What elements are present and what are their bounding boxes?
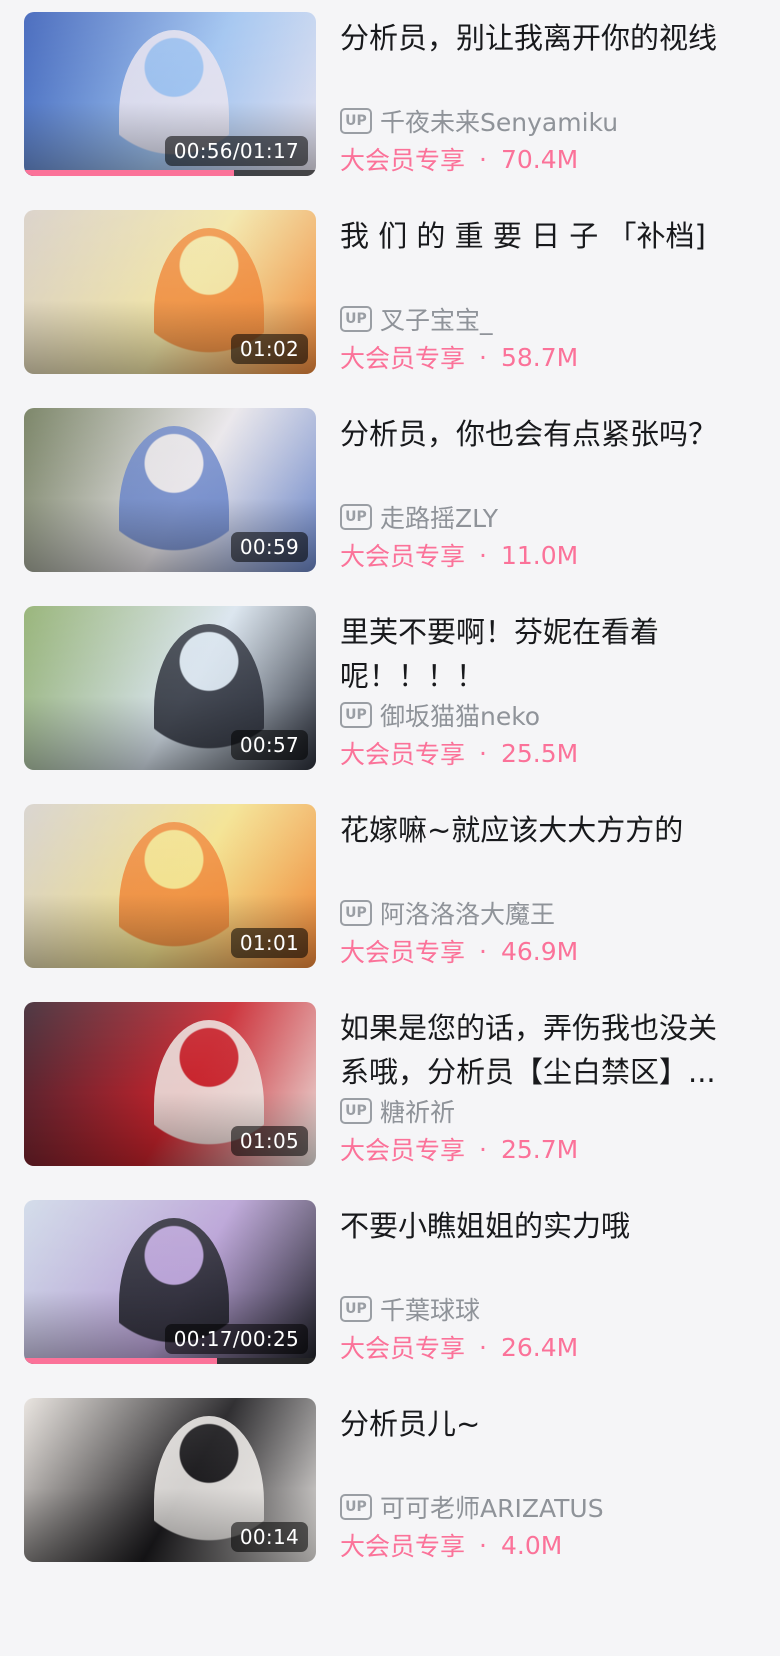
uploader-name: 糖祈祈 (380, 1098, 456, 1127)
meta-row: 大会员专享 · 70.4M (340, 142, 578, 176)
video-thumbnail[interactable]: 01:05 (24, 1002, 316, 1166)
uploader-row[interactable]: UP 走路摇ZLY (340, 502, 499, 533)
video-item[interactable]: 00:14 分析员儿~ UP 可可老师ARIZATUS 大会员专享 · 4.0M (0, 1398, 780, 1562)
separator: · (479, 936, 487, 966)
up-icon: UP (340, 108, 372, 134)
video-title[interactable]: 我 们 的 重 要 日 子 「补档] (340, 214, 760, 258)
vip-badge: 大会员专享 (340, 740, 466, 769)
up-icon: UP (340, 504, 372, 530)
duration-badge: 00:56/01:17 (164, 136, 308, 166)
view-count: 11.0M (500, 540, 579, 570)
video-title[interactable]: 里芙不要啊！芬妮在看着 呢！！！！ (340, 610, 760, 698)
vip-badge: 大会员专享 (340, 344, 466, 373)
up-icon: UP (340, 1098, 372, 1124)
video-item[interactable]: 01:05 如果是您的话，弄伤我也没关 系哦，分析员【尘白禁区】... UP 糖祈祈大… (0, 1002, 780, 1166)
meta-row: 大会员专享 · 11.0M (340, 538, 578, 572)
video-title[interactable]: 分析员，别让我离开你的视线 (340, 16, 760, 60)
uploader-name: 叉子宝宝_ (380, 306, 493, 335)
duration-badge: 01:02 (230, 334, 308, 364)
video-title[interactable]: 如果是您的话，弄伤我也没关 系哦，分析员【尘白禁区】... (340, 1006, 760, 1094)
meta-row: 大会员专享 · 58.7M (340, 340, 578, 374)
meta-row: 大会员专享 · 4.0M (340, 1528, 562, 1562)
video-item[interactable]: 00:56/01:17 分析员，别让我离开你的视线 UP 千夜未来Senyamiku 大… (0, 12, 780, 176)
view-count: 70.4M (500, 144, 579, 174)
uploader-row[interactable]: UP 千葉球球 (340, 1294, 481, 1325)
uploader-row[interactable]: UP 糖祈祈 (340, 1096, 456, 1127)
separator: · (479, 1134, 487, 1164)
video-thumbnail[interactable]: 00:56/01:17 (24, 12, 316, 176)
uploader-name: 可可老师ARIZATUS (380, 1494, 604, 1523)
uploader-row[interactable]: UP 御坂猫猫neko (340, 700, 541, 731)
duration-badge: 01:05 (230, 1126, 308, 1156)
video-item[interactable]: 01:01 花嫁嘛~就应该大大方方的 UP 阿洛洛洛大魔王大会员专享 · 46.9M (0, 804, 780, 968)
watch-progress-bar (24, 170, 316, 176)
video-title[interactable]: 分析员，你也会有点紧张吗？ (340, 412, 760, 456)
vip-badge: 大会员专享 (340, 1532, 466, 1561)
vip-badge: 大会员专享 (340, 542, 466, 571)
watch-progress-bar (24, 1358, 316, 1364)
uploader-row[interactable]: UP 叉子宝宝_ (340, 304, 493, 335)
separator: · (479, 738, 487, 768)
separator: · (479, 1530, 487, 1560)
video-thumbnail[interactable]: 00:57 (24, 606, 316, 770)
up-icon: UP (340, 702, 372, 728)
view-count: 25.7M (500, 1134, 579, 1164)
uploader-row[interactable]: UP 千夜未来Senyamiku (340, 106, 619, 137)
video-title[interactable]: 分析员儿~ (340, 1402, 760, 1446)
uploader-row[interactable]: UP 阿洛洛洛大魔王 (340, 898, 556, 929)
vip-badge: 大会员专享 (340, 1136, 466, 1165)
video-list: 00:56/01:17 分析员，别让我离开你的视线 UP 千夜未来Senyamiku 大… (0, 0, 780, 1656)
watch-progress-fill (24, 170, 235, 176)
duration-badge: 00:17/00:25 (164, 1324, 308, 1354)
up-icon: UP (340, 900, 372, 926)
video-item[interactable]: 00:57 里芙不要啊！芬妮在看着 呢！！！！ UP 御坂猫猫neko 大会员专享 · 25… (0, 606, 780, 770)
video-thumbnail[interactable]: 01:01 (24, 804, 316, 968)
meta-row: 大会员专享 · 26.4M (340, 1330, 578, 1364)
duration-badge: 00:57 (230, 730, 308, 760)
up-icon: UP (340, 306, 372, 332)
video-item[interactable]: 00:17/00:25 不要小瞧姐姐的实力哦 UP 千葉球球大会员专享 · 26.4M (0, 1200, 780, 1364)
meta-row: 大会员专享 · 46.9M (340, 934, 578, 968)
video-item[interactable]: 00:59 分析员，你也会有点紧张吗？ UP 走路摇ZLY 大会员专享 · 11.0M (0, 408, 780, 572)
video-title[interactable]: 花嫁嘛~就应该大大方方的 (340, 808, 760, 852)
vip-badge: 大会员专享 (340, 1334, 466, 1363)
meta-row: 大会员专享 · 25.5M (340, 736, 578, 770)
uploader-name: 千葉球球 (380, 1296, 481, 1325)
meta-row: 大会员专享 · 25.7M (340, 1132, 578, 1166)
duration-badge: 01:01 (230, 928, 308, 958)
view-count: 58.7M (500, 342, 579, 372)
duration-badge: 00:59 (230, 532, 308, 562)
view-count: 46.9M (500, 936, 579, 966)
uploader-name: 走路摇ZLY (380, 504, 499, 533)
video-thumbnail[interactable]: 00:59 (24, 408, 316, 572)
view-count: 25.5M (500, 738, 579, 768)
vip-badge: 大会员专享 (340, 938, 466, 967)
up-icon: UP (340, 1296, 372, 1322)
uploader-name: 千夜未来Senyamiku (380, 108, 619, 137)
separator: · (479, 342, 487, 372)
uploader-name: 阿洛洛洛大魔王 (380, 900, 556, 929)
separator: · (479, 144, 487, 174)
up-icon: UP (340, 1494, 372, 1520)
uploader-row[interactable]: UP 可可老师ARIZATUS (340, 1492, 604, 1523)
vip-badge: 大会员专享 (340, 146, 466, 175)
watch-progress-fill (24, 1358, 217, 1364)
video-item[interactable]: 01:02 我 们 的 重 要 日 子 「补档] UP 叉子宝宝_ 大会员专享 · 58.7… (0, 210, 780, 374)
separator: · (479, 1332, 487, 1362)
view-count: 26.4M (500, 1332, 579, 1362)
duration-badge: 00:14 (230, 1522, 308, 1552)
video-thumbnail[interactable]: 01:02 (24, 210, 316, 374)
separator: · (479, 540, 487, 570)
uploader-name: 御坂猫猫neko (380, 702, 541, 731)
view-count: 4.0M (500, 1530, 563, 1560)
video-thumbnail[interactable]: 00:14 (24, 1398, 316, 1562)
video-title[interactable]: 不要小瞧姐姐的实力哦 (340, 1204, 760, 1248)
video-thumbnail[interactable]: 00:17/00:25 (24, 1200, 316, 1364)
